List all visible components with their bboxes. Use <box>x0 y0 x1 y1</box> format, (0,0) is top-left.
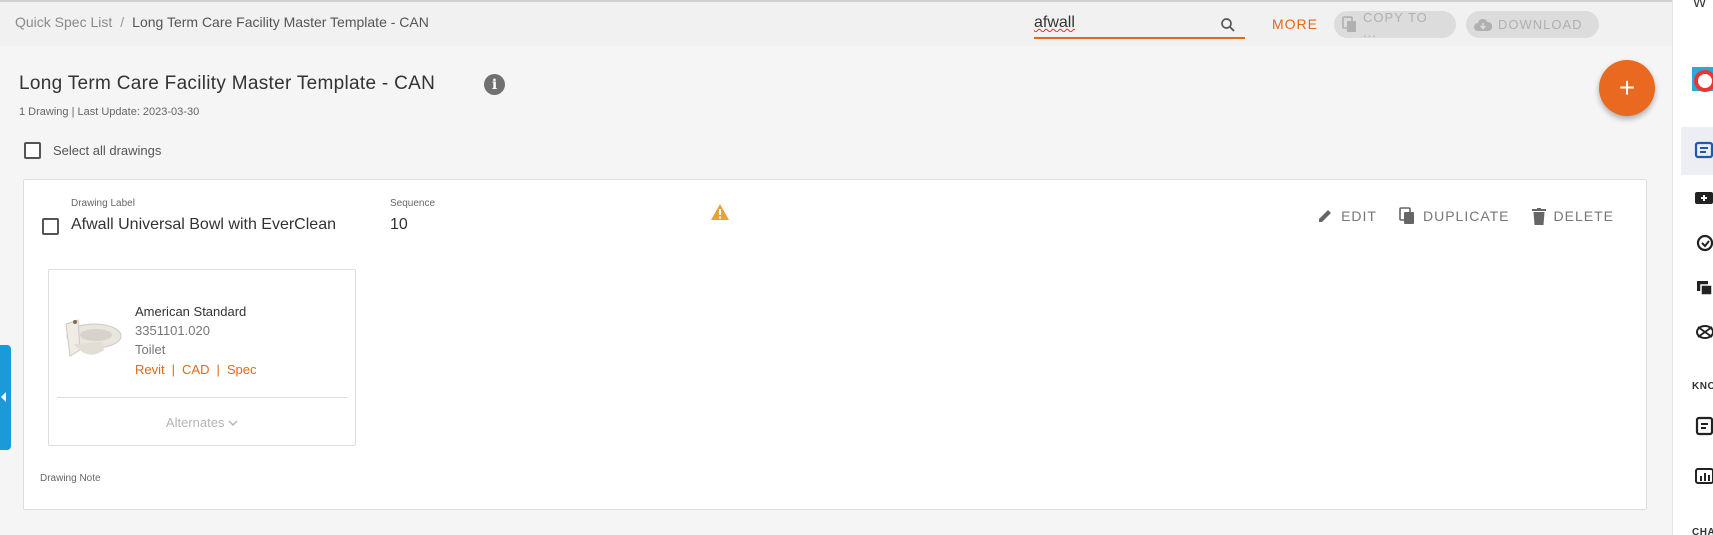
copy-to-button[interactable]: COPY TO ... <box>1334 9 1456 40</box>
select-all-drawings: Select all drawings <box>24 142 161 159</box>
link-separator: | <box>171 362 176 377</box>
revit-link[interactable]: Revit <box>135 362 165 377</box>
document-icon[interactable] <box>1694 140 1713 160</box>
cad-link[interactable]: CAD <box>182 362 209 377</box>
info-icon[interactable]: i <box>484 74 505 95</box>
rail-top-glyph: W <box>1693 0 1707 10</box>
more-button[interactable]: MORE <box>1272 16 1318 32</box>
product-type: Toilet <box>135 342 166 357</box>
search-input[interactable] <box>1034 10 1214 32</box>
bar-chart-icon[interactable] <box>1694 466 1713 486</box>
globe-icon[interactable] <box>1694 322 1713 342</box>
delete-label: DELETE <box>1553 208 1614 224</box>
alternates-label: Alternates <box>165 415 225 430</box>
side-panel-toggle[interactable] <box>0 345 11 450</box>
rail-section-label: KNO <box>1692 381 1713 392</box>
page-title: Long Term Care Facility Master Template … <box>19 73 436 94</box>
copy-to-label: COPY TO ... <box>1362 9 1428 40</box>
cloud-download-icon <box>1474 18 1492 31</box>
select-all-label: Select all drawings <box>53 143 162 158</box>
add-button[interactable]: + <box>1599 60 1655 116</box>
rail-section-label: CHA <box>1692 527 1713 535</box>
link-separator: | <box>216 362 220 377</box>
article-icon[interactable] <box>1694 416 1713 436</box>
delete-button[interactable]: DELETE <box>1531 207 1614 225</box>
lifebuoy-icon[interactable] <box>1692 67 1713 92</box>
alternates-toggle[interactable]: Alternates <box>49 415 355 430</box>
product-divider <box>57 397 347 398</box>
sequence-value: 10 <box>390 216 408 233</box>
add-box-icon[interactable] <box>1694 188 1713 208</box>
breadcrumb-current: Long Term Care Facility Master Template … <box>132 14 429 30</box>
sync-icon[interactable] <box>1694 233 1713 253</box>
product-brand: American Standard <box>135 304 247 319</box>
spec-link[interactable]: Spec <box>227 362 257 377</box>
top-bar: Quick Spec List / Long Term Care Facility … <box>0 0 1672 46</box>
drawing-note-caption: Drawing Note <box>40 473 101 484</box>
drawing-checkbox[interactable] <box>42 218 59 235</box>
sequence-caption: Sequence <box>390 198 436 209</box>
product-links: Revit | CAD | Spec <box>135 362 257 377</box>
breadcrumb: Quick Spec List / Long Term Care Facility … <box>15 14 429 30</box>
product-image[interactable] <box>58 310 124 366</box>
search-icon[interactable] <box>1219 16 1237 34</box>
drawing-label-caption: Drawing Label <box>71 198 135 209</box>
copy-icon <box>1342 16 1356 32</box>
duplicate-label: DUPLICATE <box>1422 208 1510 224</box>
edit-icon <box>1319 210 1332 222</box>
duplicate-icon <box>1399 207 1414 224</box>
breadcrumb-link-quick-spec-list[interactable]: Quick Spec List <box>15 14 112 30</box>
download-button[interactable]: DOWNLOAD <box>1466 11 1599 38</box>
chevron-down-icon <box>228 420 238 427</box>
product-sku: 3351101.020 <box>135 323 210 338</box>
right-rail: W KNO CHA <box>1672 0 1713 535</box>
select-all-checkbox[interactable] <box>24 142 41 159</box>
drawing-actions: EDIT DUPLICATE DELETE <box>1317 207 1614 225</box>
breadcrumb-separator: / <box>120 14 125 30</box>
product-tile: American Standard 3351101.020 Toilet Rev… <box>48 269 356 446</box>
page-meta: 1 Drawing | Last Update: 2023-03-30 <box>19 106 200 118</box>
duplicate-button[interactable]: DUPLICATE <box>1399 207 1510 225</box>
download-label: DOWNLOAD <box>1498 17 1583 32</box>
edit-label: EDIT <box>1341 208 1377 224</box>
delete-icon <box>1531 207 1546 225</box>
edit-button[interactable]: EDIT <box>1317 207 1377 225</box>
drawing-card: Drawing Label Afwall Universal Bowl with… <box>23 179 1647 510</box>
drawing-label-value: Afwall Universal Bowl with EverClean <box>71 216 336 233</box>
search-box <box>1034 10 1245 39</box>
warning-icon <box>711 204 729 220</box>
add-icon: + <box>1618 72 1636 103</box>
stack-icon[interactable] <box>1694 278 1713 298</box>
